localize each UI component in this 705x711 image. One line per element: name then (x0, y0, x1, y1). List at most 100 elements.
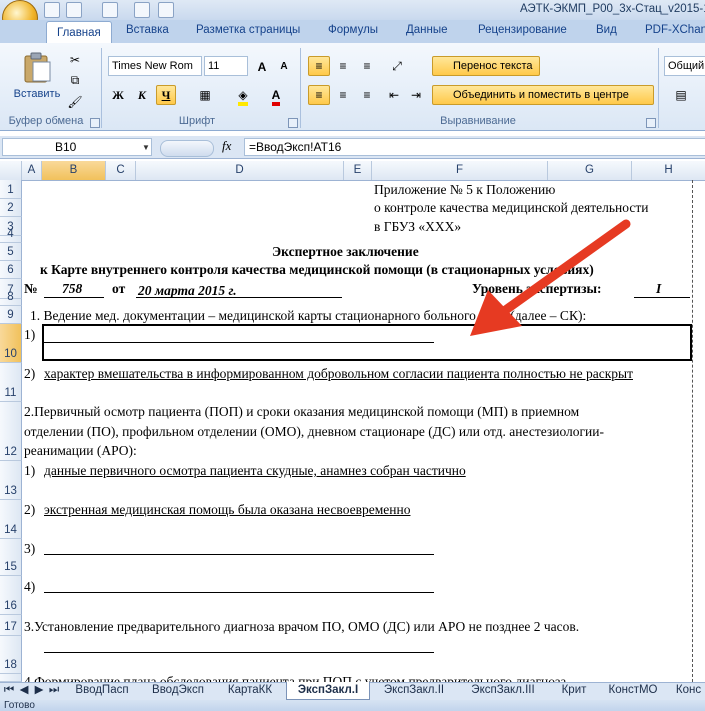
alignment-launcher-icon[interactable] (646, 118, 656, 128)
print-preview-icon[interactable] (134, 2, 150, 18)
column-header-g[interactable]: G (548, 161, 632, 180)
number-underline (44, 297, 104, 298)
undo-icon[interactable] (66, 2, 82, 18)
column-header-d[interactable]: D (136, 161, 344, 180)
italic-button[interactable]: К (132, 85, 152, 105)
sheet-tab-vvodeksp[interactable]: ВводЭксп (142, 682, 214, 699)
column-header-c[interactable]: C (106, 161, 136, 180)
row-header[interactable]: 18 (0, 636, 22, 674)
quick-access-icon[interactable] (158, 2, 174, 18)
tab-data[interactable]: Данные (406, 24, 448, 42)
row-header[interactable]: 13 (0, 461, 22, 500)
wrap-text-button[interactable]: Перенос текста (432, 56, 540, 76)
sheet-tab-ekspzakl-2[interactable]: ЭкспЗакл.II (374, 682, 454, 699)
section-3-line (44, 652, 434, 653)
section-2-line-3: реанимации (АРО): (24, 443, 137, 458)
bold-button[interactable]: Ж (108, 85, 128, 105)
section-2-item-1-text: данные первичного осмотра пациента скудн… (44, 463, 466, 478)
accounting-format-icon[interactable]: ▤ (666, 85, 696, 105)
group-separator (300, 48, 301, 128)
column-header-h[interactable]: H (632, 161, 705, 180)
align-right-icon[interactable]: ≡ (356, 85, 378, 105)
column-header-a[interactable]: A (22, 161, 42, 180)
fill-color-icon[interactable]: ◈ (228, 85, 258, 106)
appendix-line-3: в ГБУЗ «XXX» (374, 219, 462, 234)
save-icon[interactable] (44, 2, 60, 18)
row-header[interactable]: 16 (0, 576, 22, 615)
font-color-icon[interactable]: A (262, 85, 290, 106)
merge-center-button[interactable]: Объединить и поместить в центре (432, 85, 654, 105)
tab-insert[interactable]: Вставка (126, 24, 169, 42)
select-all-corner[interactable] (0, 161, 22, 180)
next-sheet-icon[interactable]: ▶ (32, 682, 46, 699)
row-header[interactable]: 1 (0, 180, 22, 199)
row-header[interactable]: 4 (0, 228, 22, 243)
column-header-e[interactable]: E (344, 161, 372, 180)
row-header[interactable]: 15 (0, 539, 22, 576)
row-header[interactable]: 17 (0, 615, 22, 636)
align-top-icon[interactable]: ≡ (308, 56, 330, 76)
sheet-tab-vvodpasp[interactable]: ВводПасп (70, 682, 134, 699)
row-header[interactable]: 12 (0, 402, 22, 461)
clipboard-launcher-icon[interactable] (90, 118, 100, 128)
row-header[interactable]: 5 (0, 243, 22, 261)
formula-input[interactable]: =ВводЭксп!AT16 (244, 138, 705, 156)
row-header[interactable]: 9 (0, 306, 22, 324)
align-middle-icon[interactable]: ≡ (332, 56, 354, 76)
name-box-dropdown-icon[interactable]: ▼ (142, 143, 150, 152)
increase-indent-icon[interactable]: ⇥ (406, 85, 426, 105)
number-format-select[interactable]: Общий (664, 56, 705, 76)
row-header[interactable]: 2 (0, 199, 22, 217)
row-header[interactable] (0, 674, 22, 682)
sheet-tab-ekspzakl-1[interactable]: ЭкспЗакл.I (286, 682, 370, 700)
font-size-select[interactable]: 11 (204, 56, 248, 76)
row-header[interactable]: 11 (0, 363, 22, 402)
align-bottom-icon[interactable]: ≡ (356, 56, 378, 76)
sheet-tab-kartakk[interactable]: КартаКК (220, 682, 280, 699)
underline-button[interactable]: Ч (156, 85, 176, 105)
sheet-tab-konstmo[interactable]: КонстМО (602, 682, 664, 699)
decrease-indent-icon[interactable]: ⇤ (384, 85, 404, 105)
align-center-icon[interactable]: ≡ (332, 85, 354, 105)
tab-pdf-xchange[interactable]: PDF-XChang (645, 24, 705, 42)
appendix-line-1: Приложение № 5 к Положению (374, 182, 556, 197)
last-sheet-icon[interactable]: ⏭ (47, 682, 61, 699)
fx-icon[interactable]: fx (222, 138, 231, 154)
section-2-item-3-line (44, 554, 434, 555)
font-launcher-icon[interactable] (288, 118, 298, 128)
shrink-font-icon[interactable]: A (274, 57, 294, 75)
paste-button[interactable]: Вставить (10, 50, 64, 106)
paste-label: Вставить (13, 88, 61, 100)
orientation-icon[interactable]: ⤢ (384, 56, 410, 76)
row-header[interactable]: 14 (0, 500, 22, 539)
copy-icon[interactable]: ⧉ (66, 70, 84, 88)
tab-view[interactable]: Вид (596, 24, 617, 42)
font-name-select[interactable]: Times New Rom (108, 56, 202, 76)
row-header[interactable]: 8 (0, 291, 22, 306)
sheet-tab-krit[interactable]: Крит (554, 682, 594, 699)
tab-formulas[interactable]: Формулы (328, 24, 378, 42)
tab-home[interactable]: Главная (46, 21, 112, 44)
tab-review[interactable]: Рецензирование (478, 24, 567, 42)
column-header-f[interactable]: F (372, 161, 548, 180)
row-header[interactable]: 10 (0, 324, 22, 363)
format-painter-icon[interactable]: 🖌 (66, 92, 84, 110)
sheet-tab-ekspzakl-3[interactable]: ЭкспЗакл.III (460, 682, 546, 699)
wrap-text-label: Перенос текста (453, 60, 533, 72)
prev-sheet-icon[interactable]: ◀ (17, 682, 31, 699)
grow-font-icon[interactable]: A (252, 57, 272, 75)
column-header-b[interactable]: B (42, 161, 106, 180)
row-header[interactable]: 6 (0, 261, 22, 279)
section-2-item-3-number: 3) (24, 541, 36, 556)
name-box[interactable]: B10 (2, 138, 152, 156)
formula-splitter[interactable] (160, 140, 214, 157)
align-left-icon[interactable]: ≡ (308, 85, 330, 105)
font-group-label: Шрифт (178, 115, 216, 127)
sheet-tab-kons[interactable]: Конс (672, 682, 705, 699)
page-break-line (692, 180, 693, 682)
redo-icon[interactable] (102, 2, 118, 18)
tab-page-layout[interactable]: Разметка страницы (196, 24, 300, 42)
cut-icon[interactable]: ✂ (66, 50, 84, 68)
borders-icon[interactable]: ▦ (192, 85, 218, 105)
first-sheet-icon[interactable]: ⏮ (2, 682, 16, 699)
